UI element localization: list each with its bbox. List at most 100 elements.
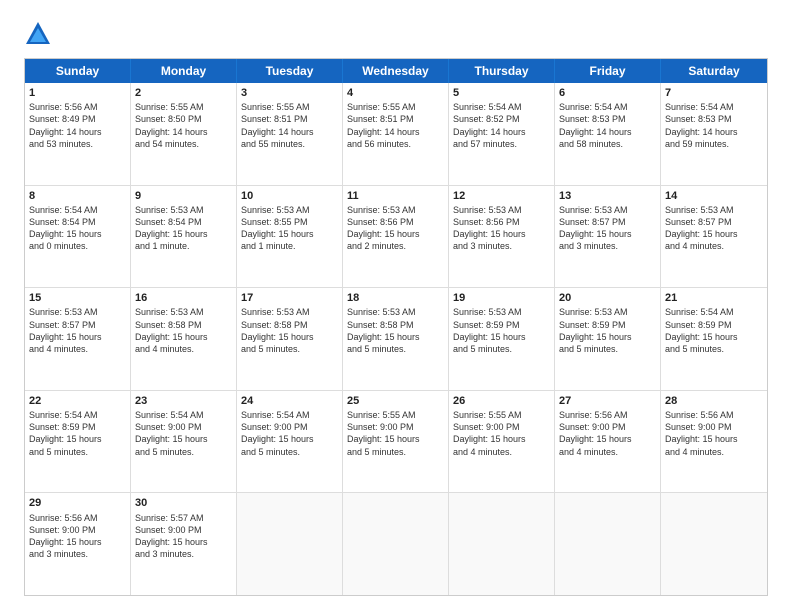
cell-info: Sunrise: 5:53 AM Sunset: 8:58 PM Dayligh…: [241, 306, 338, 355]
header-sunday: Sunday: [25, 59, 131, 83]
day-number: 11: [347, 189, 444, 203]
cell-info: Sunrise: 5:55 AM Sunset: 9:00 PM Dayligh…: [453, 409, 550, 458]
table-row: 8Sunrise: 5:54 AM Sunset: 8:54 PM Daylig…: [25, 186, 131, 288]
calendar-row-2: 8Sunrise: 5:54 AM Sunset: 8:54 PM Daylig…: [25, 186, 767, 289]
cell-info: Sunrise: 5:53 AM Sunset: 8:54 PM Dayligh…: [135, 204, 232, 253]
day-number: 19: [453, 291, 550, 305]
table-row: 29Sunrise: 5:56 AM Sunset: 9:00 PM Dayli…: [25, 493, 131, 595]
day-number: 6: [559, 86, 656, 100]
cell-info: Sunrise: 5:54 AM Sunset: 8:59 PM Dayligh…: [665, 306, 763, 355]
cell-info: Sunrise: 5:56 AM Sunset: 8:49 PM Dayligh…: [29, 101, 126, 150]
cell-info: Sunrise: 5:53 AM Sunset: 8:56 PM Dayligh…: [347, 204, 444, 253]
cell-info: Sunrise: 5:53 AM Sunset: 8:55 PM Dayligh…: [241, 204, 338, 253]
day-number: 3: [241, 86, 338, 100]
day-number: 9: [135, 189, 232, 203]
day-number: 30: [135, 496, 232, 510]
table-row: 2Sunrise: 5:55 AM Sunset: 8:50 PM Daylig…: [131, 83, 237, 185]
cell-info: Sunrise: 5:54 AM Sunset: 9:00 PM Dayligh…: [241, 409, 338, 458]
calendar: Sunday Monday Tuesday Wednesday Thursday…: [24, 58, 768, 596]
cell-info: Sunrise: 5:57 AM Sunset: 9:00 PM Dayligh…: [135, 512, 232, 561]
cell-info: Sunrise: 5:53 AM Sunset: 8:57 PM Dayligh…: [29, 306, 126, 355]
day-number: 21: [665, 291, 763, 305]
day-number: 8: [29, 189, 126, 203]
table-row: 24Sunrise: 5:54 AM Sunset: 9:00 PM Dayli…: [237, 391, 343, 493]
table-row: 7Sunrise: 5:54 AM Sunset: 8:53 PM Daylig…: [661, 83, 767, 185]
cell-info: Sunrise: 5:56 AM Sunset: 9:00 PM Dayligh…: [665, 409, 763, 458]
page: Sunday Monday Tuesday Wednesday Thursday…: [0, 0, 792, 612]
cell-info: Sunrise: 5:56 AM Sunset: 9:00 PM Dayligh…: [559, 409, 656, 458]
logo: [24, 20, 56, 48]
day-number: 12: [453, 189, 550, 203]
cell-info: Sunrise: 5:54 AM Sunset: 8:53 PM Dayligh…: [559, 101, 656, 150]
day-number: 1: [29, 86, 126, 100]
table-row: 30 Sunrise: 5:57 AM Sunset: 9:00 PM Dayli…: [131, 493, 237, 595]
table-row: 26Sunrise: 5:55 AM Sunset: 9:00 PM Dayli…: [449, 391, 555, 493]
cell-info: Sunrise: 5:53 AM Sunset: 8:56 PM Dayligh…: [453, 204, 550, 253]
table-row: 13Sunrise: 5:53 AM Sunset: 8:57 PM Dayli…: [555, 186, 661, 288]
day-number: 2: [135, 86, 232, 100]
table-row: 22Sunrise: 5:54 AM Sunset: 8:59 PM Dayli…: [25, 391, 131, 493]
table-row: 6Sunrise: 5:54 AM Sunset: 8:53 PM Daylig…: [555, 83, 661, 185]
calendar-row-3: 15Sunrise: 5:53 AM Sunset: 8:57 PM Dayli…: [25, 288, 767, 391]
table-row: 19Sunrise: 5:53 AM Sunset: 8:59 PM Dayli…: [449, 288, 555, 390]
day-number: 24: [241, 394, 338, 408]
day-number: 28: [665, 394, 763, 408]
calendar-row-1: 1Sunrise: 5:56 AM Sunset: 8:49 PM Daylig…: [25, 83, 767, 186]
table-row: 27Sunrise: 5:56 AM Sunset: 9:00 PM Dayli…: [555, 391, 661, 493]
header-friday: Friday: [555, 59, 661, 83]
day-number: 27: [559, 394, 656, 408]
day-number: 5: [453, 86, 550, 100]
day-number: 17: [241, 291, 338, 305]
table-row: 18Sunrise: 5:53 AM Sunset: 8:58 PM Dayli…: [343, 288, 449, 390]
table-row: 25Sunrise: 5:55 AM Sunset: 9:00 PM Dayli…: [343, 391, 449, 493]
header-saturday: Saturday: [661, 59, 767, 83]
table-row: [343, 493, 449, 595]
header-thursday: Thursday: [449, 59, 555, 83]
table-row: 15Sunrise: 5:53 AM Sunset: 8:57 PM Dayli…: [25, 288, 131, 390]
day-number: 16: [135, 291, 232, 305]
table-row: 23Sunrise: 5:54 AM Sunset: 9:00 PM Dayli…: [131, 391, 237, 493]
day-number: 10: [241, 189, 338, 203]
cell-info: Sunrise: 5:54 AM Sunset: 8:52 PM Dayligh…: [453, 101, 550, 150]
cell-info: Sunrise: 5:55 AM Sunset: 8:50 PM Dayligh…: [135, 101, 232, 150]
table-row: [449, 493, 555, 595]
day-number: 22: [29, 394, 126, 408]
cell-info: Sunrise: 5:53 AM Sunset: 8:59 PM Dayligh…: [559, 306, 656, 355]
cell-info: Sunrise: 5:53 AM Sunset: 8:57 PM Dayligh…: [559, 204, 656, 253]
cell-info: Sunrise: 5:55 AM Sunset: 8:51 PM Dayligh…: [241, 101, 338, 150]
header-wednesday: Wednesday: [343, 59, 449, 83]
table-row: 16Sunrise: 5:53 AM Sunset: 8:58 PM Dayli…: [131, 288, 237, 390]
cell-info: Sunrise: 5:55 AM Sunset: 9:00 PM Dayligh…: [347, 409, 444, 458]
day-number: 23: [135, 394, 232, 408]
cell-info: Sunrise: 5:54 AM Sunset: 8:59 PM Dayligh…: [29, 409, 126, 458]
table-row: 9Sunrise: 5:53 AM Sunset: 8:54 PM Daylig…: [131, 186, 237, 288]
table-row: 5Sunrise: 5:54 AM Sunset: 8:52 PM Daylig…: [449, 83, 555, 185]
cell-info: Sunrise: 5:53 AM Sunset: 8:58 PM Dayligh…: [135, 306, 232, 355]
table-row: [661, 493, 767, 595]
day-number: 25: [347, 394, 444, 408]
cell-info: Sunrise: 5:54 AM Sunset: 8:54 PM Dayligh…: [29, 204, 126, 253]
cell-info: Sunrise: 5:55 AM Sunset: 8:51 PM Dayligh…: [347, 101, 444, 150]
cell-info: Sunrise: 5:53 AM Sunset: 8:57 PM Dayligh…: [665, 204, 763, 253]
day-number: 14: [665, 189, 763, 203]
table-row: 14Sunrise: 5:53 AM Sunset: 8:57 PM Dayli…: [661, 186, 767, 288]
cell-info: Sunrise: 5:54 AM Sunset: 9:00 PM Dayligh…: [135, 409, 232, 458]
calendar-body: 1Sunrise: 5:56 AM Sunset: 8:49 PM Daylig…: [25, 83, 767, 595]
table-row: 10Sunrise: 5:53 AM Sunset: 8:55 PM Dayli…: [237, 186, 343, 288]
header-monday: Monday: [131, 59, 237, 83]
day-number: 18: [347, 291, 444, 305]
day-number: 29: [29, 496, 126, 510]
calendar-header: Sunday Monday Tuesday Wednesday Thursday…: [25, 59, 767, 83]
cell-info: Sunrise: 5:53 AM Sunset: 8:59 PM Dayligh…: [453, 306, 550, 355]
calendar-row-4: 22Sunrise: 5:54 AM Sunset: 8:59 PM Dayli…: [25, 391, 767, 494]
table-row: 28Sunrise: 5:56 AM Sunset: 9:00 PM Dayli…: [661, 391, 767, 493]
table-row: 12Sunrise: 5:53 AM Sunset: 8:56 PM Dayli…: [449, 186, 555, 288]
table-row: 4Sunrise: 5:55 AM Sunset: 8:51 PM Daylig…: [343, 83, 449, 185]
day-number: 13: [559, 189, 656, 203]
table-row: 3Sunrise: 5:55 AM Sunset: 8:51 PM Daylig…: [237, 83, 343, 185]
logo-icon: [24, 20, 52, 48]
table-row: 21Sunrise: 5:54 AM Sunset: 8:59 PM Dayli…: [661, 288, 767, 390]
day-number: 26: [453, 394, 550, 408]
table-row: 17Sunrise: 5:53 AM Sunset: 8:58 PM Dayli…: [237, 288, 343, 390]
header-tuesday: Tuesday: [237, 59, 343, 83]
